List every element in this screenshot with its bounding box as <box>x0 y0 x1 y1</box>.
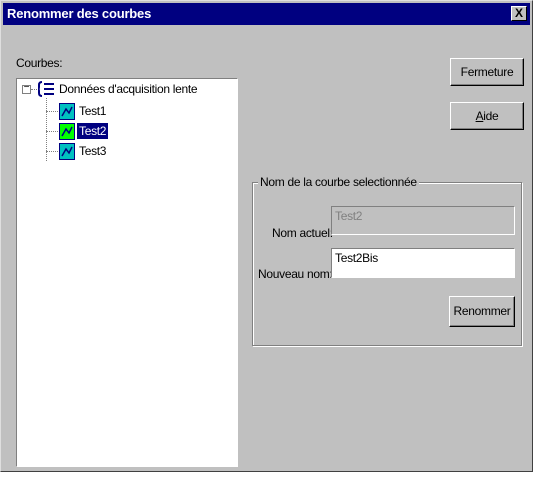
tree-item-label: Test1 <box>79 104 107 118</box>
close-icon: X <box>514 6 523 20</box>
new-name-input[interactable]: Test2Bis <box>331 248 515 278</box>
curve-icon <box>59 143 75 160</box>
curve-icon <box>59 123 75 140</box>
data-group-icon <box>37 81 55 97</box>
tree-item-test3[interactable]: Test3 <box>46 141 166 161</box>
rename-button[interactable]: Renommer <box>449 296 515 327</box>
curves-label: Courbes: <box>16 56 63 70</box>
curve-icon <box>59 103 75 120</box>
tree-expander[interactable]: − <box>22 82 31 94</box>
tree-root-label[interactable]: Données d'acquisition lente <box>59 82 198 96</box>
curves-tree[interactable]: − Données d'acquisition lente Test1 Test… <box>16 78 238 467</box>
tree-item-label: Test3 <box>79 144 107 158</box>
close-button[interactable]: Fermeture <box>450 58 524 86</box>
new-name-label: Nouveau nom: <box>258 267 333 281</box>
close-window-button[interactable]: X <box>511 6 527 21</box>
tree-item-test1[interactable]: Test1 <box>46 101 166 121</box>
current-name-field: Test2 <box>331 206 515 235</box>
window-title: Renommer des courbes <box>7 6 152 21</box>
tree-item-test2[interactable]: Test2 <box>46 121 166 141</box>
collapse-icon: − <box>23 82 30 93</box>
tree-item-label-selected: Test2 <box>77 123 109 139</box>
group-title: Nom de la courbe selectionnée <box>258 175 419 189</box>
current-name-label: Nom actuel: <box>272 226 333 240</box>
title-bar[interactable]: Renommer des courbes X <box>3 3 530 25</box>
help-label-rest: ide <box>483 109 499 123</box>
help-button[interactable]: Aide <box>450 102 524 130</box>
